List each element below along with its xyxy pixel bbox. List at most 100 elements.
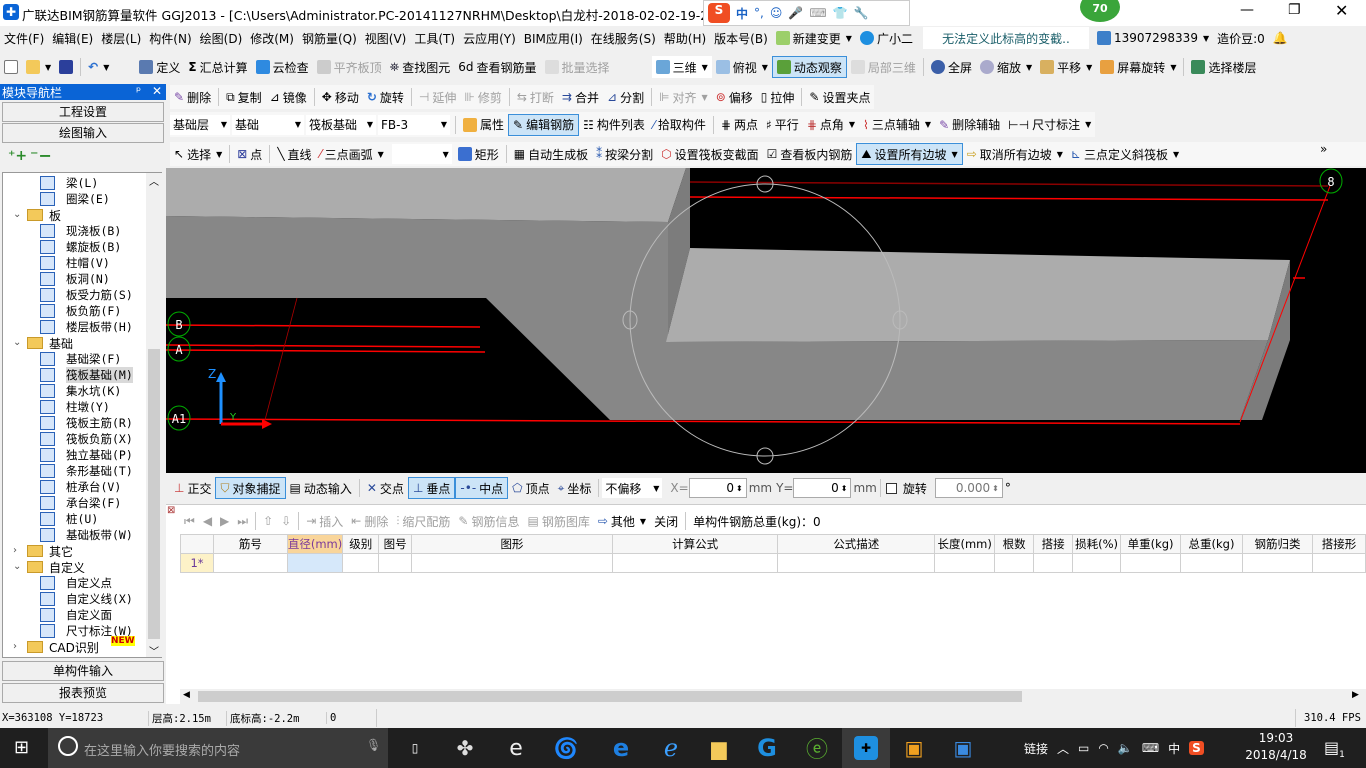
tree-item[interactable]: 螺旋板(B) [66, 239, 121, 255]
file-explorer-icon[interactable]: ▆ [697, 728, 741, 768]
fullscreen-button[interactable]: 全屏 [927, 56, 976, 78]
column-header[interactable]: 总重(kg) [1180, 534, 1243, 554]
table-cell[interactable] [1241, 553, 1313, 573]
two-point-axis-button[interactable]: ⋕ 两点 [717, 114, 762, 136]
close-grid-button[interactable]: 关闭 [650, 510, 682, 532]
tree-expander[interactable]: ⌄ [13, 337, 21, 348]
scroll-up-icon[interactable]: ︿ [149, 173, 159, 188]
mic-icon[interactable]: 🎤 [788, 6, 803, 20]
rebar-library-button[interactable]: ▤ 钢筋图库 [523, 510, 593, 532]
tree-group[interactable]: 基础 [49, 335, 73, 352]
table-cell[interactable] [1180, 553, 1243, 573]
delete-axis-button[interactable]: ✎ 删除辅轴 [935, 114, 1004, 136]
tools-icon[interactable]: 🔧 [854, 6, 869, 20]
expand-all-icon[interactable]: ⁺+ [8, 148, 27, 164]
move-down-button[interactable]: ⇩ [277, 510, 295, 532]
tree-item[interactable]: 集水坑(K) [66, 383, 121, 399]
find-element-button[interactable]: ⛯ 查找图元 [386, 56, 455, 78]
tree-item[interactable]: 承台梁(F) [66, 495, 121, 511]
table-cell[interactable] [378, 553, 413, 573]
dimension-button[interactable]: ⊢⊣ 尺寸标注 ▼ [1004, 114, 1095, 136]
intersection-snap[interactable]: ✕ 交点 [363, 477, 408, 499]
swirl-app-icon[interactable]: 🌀 [544, 728, 588, 768]
edge-icon[interactable]: e [599, 728, 643, 768]
set-all-slopes-button[interactable]: ⛰ 设置所有边坡 ▼ [856, 143, 963, 165]
emoji-icon[interactable]: ☺ [770, 6, 783, 20]
ie-gray-icon[interactable]: e [494, 728, 538, 768]
column-header[interactable]: 钢筋归类 [1241, 534, 1313, 554]
account-button[interactable]: 13907298339 ▼ [1093, 27, 1213, 49]
battery-icon[interactable]: ▭ [1078, 741, 1089, 755]
tab-drawing-input[interactable]: 绘图输入 [2, 123, 164, 143]
tree-group[interactable]: 自定义 [49, 559, 85, 576]
next-record-button[interactable]: ▶ [216, 510, 233, 532]
column-header[interactable] [180, 534, 214, 554]
arc-button[interactable]: ⁄ 三点画弧 ▼ [316, 143, 388, 165]
tree-item[interactable]: 自定义点 [66, 575, 112, 591]
action-center-icon[interactable]: ▤1 [1324, 738, 1345, 760]
pan-button[interactable]: 平移 ▼ [1036, 56, 1096, 78]
merge-button[interactable]: ⇉ 合并 [558, 86, 603, 108]
microphone-icon[interactable]: 🎙 [366, 738, 381, 752]
coordinate-snap[interactable]: ⌖ 坐标 [554, 477, 596, 499]
new-change-button[interactable]: 新建变更 ▼ [772, 27, 856, 49]
tree-item[interactable]: 桩(U) [66, 511, 98, 527]
open-file-button[interactable]: ▼ [22, 56, 55, 78]
rotate-button[interactable]: ↻ 旋转 [363, 86, 408, 108]
tree-group[interactable]: 其它 [49, 543, 73, 560]
new-file-button[interactable] [0, 56, 22, 78]
maximize-button[interactable]: ❐ [1288, 2, 1301, 18]
insert-row-button[interactable]: ⇥ 插入 [302, 510, 347, 532]
offset-button[interactable]: ⊚ 偏移 [712, 86, 757, 108]
touch-keyboard-icon[interactable]: ⌨ [1142, 741, 1159, 755]
column-header[interactable]: 直径(mm) [286, 534, 344, 554]
break-button[interactable]: ⇆ 打断 [513, 86, 558, 108]
tree-item[interactable]: 板受力筋(S) [66, 287, 133, 303]
clock[interactable]: 19:03 2018/4/18 [1236, 730, 1316, 764]
tree-item[interactable]: 板洞(N) [66, 271, 110, 287]
category-select[interactable]: 基础 ▼ [232, 114, 304, 135]
tree-item[interactable]: 现浇板(B) [66, 223, 121, 239]
menu-cloud[interactable]: 云应用(Y) [459, 27, 520, 49]
tree-item[interactable]: 自定义面 [66, 607, 112, 623]
rectangle-button[interactable]: 矩形 [454, 143, 503, 165]
table-cell[interactable] [994, 553, 1035, 573]
sogou-tray-icon[interactable]: S [1189, 741, 1204, 755]
table-row[interactable]: 1* [180, 553, 1366, 573]
horizontal-scrollbar[interactable]: ◀ ▶ [180, 689, 1366, 704]
tree-item[interactable]: 梁(L) [66, 175, 98, 191]
more-tools-icon[interactable]: » [1320, 142, 1327, 156]
menu-tools[interactable]: 工具(T) [410, 27, 459, 49]
tree-group[interactable]: CAD识别 [49, 639, 99, 656]
score-badge[interactable]: 70 [1080, 0, 1120, 22]
notes-app-icon[interactable]: ▣ [892, 728, 936, 768]
midpoint-snap[interactable]: -•- 中点 [455, 477, 509, 499]
tree-group[interactable]: 板 [49, 207, 61, 224]
point-button[interactable]: ⊠ 点 [233, 143, 266, 165]
menu-edit[interactable]: 编辑(E) [48, 27, 97, 49]
table-cell[interactable] [1311, 553, 1366, 573]
keyboard-icon[interactable]: ⌨ [809, 6, 826, 20]
last-record-button[interactable]: ⏭ [233, 510, 252, 532]
delete-row-button[interactable]: ⇤ 删除 [347, 510, 392, 532]
tray-link-label[interactable]: 链接 [1024, 740, 1048, 757]
move-button[interactable]: ✥ 移动 [318, 86, 363, 108]
punct-icon[interactable]: °, [754, 6, 764, 20]
table-cell[interactable] [611, 553, 779, 573]
ggj-app-icon[interactable]: ✚ [842, 728, 890, 768]
other-button[interactable]: ⇨ 其他 ▼ [594, 510, 650, 532]
delete-button[interactable]: ✎ 删除 [170, 86, 215, 108]
collapse-all-icon[interactable]: ⁻− [30, 146, 52, 165]
column-header[interactable]: 级别 [342, 534, 380, 554]
menu-modify[interactable]: 修改(M) [246, 27, 298, 49]
vertex-snap[interactable]: ⬠ 顶点 [508, 477, 553, 499]
cloud-check-button[interactable]: 云检查 [252, 56, 313, 78]
menu-online[interactable]: 在线服务(S) [587, 27, 660, 49]
pick-component-button[interactable]: ⁄ 拾取构件 [649, 114, 710, 136]
column-header[interactable]: 计算公式 [611, 534, 779, 554]
extend-button[interactable]: ⊣ 延伸 [415, 86, 460, 108]
batch-select-button[interactable]: 批量选择 [541, 56, 614, 78]
tree-expander[interactable]: › [13, 641, 17, 652]
menu-draw[interactable]: 绘图(D) [196, 27, 247, 49]
table-cell[interactable] [777, 553, 936, 573]
